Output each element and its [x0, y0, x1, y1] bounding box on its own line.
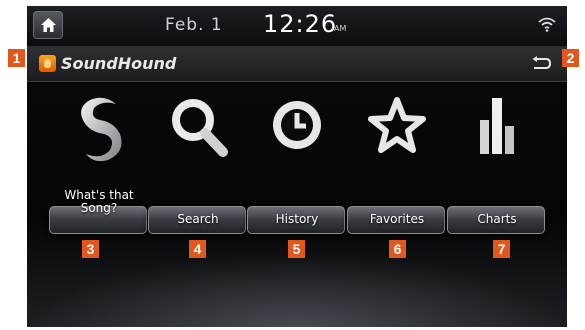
- clock-icon: [273, 101, 321, 149]
- callout-badge-7: 7: [493, 240, 510, 258]
- tile-label: Search: [177, 212, 219, 226]
- callout-badge-4: 4: [189, 240, 206, 258]
- app-title: SoundHound: [61, 54, 177, 73]
- tile-label: What's that Song?: [64, 188, 134, 215]
- callout-badge-5: 5: [288, 240, 305, 258]
- app-title-bar: SoundHound: [27, 47, 567, 82]
- bar-chart-icon: [480, 98, 514, 154]
- status-date: Feb. 1: [165, 15, 223, 35]
- home-button[interactable]: [33, 11, 63, 39]
- magnifier-icon: [172, 99, 228, 157]
- tile-search[interactable]: Search: [148, 82, 248, 252]
- callout-badge-1: 1: [8, 49, 25, 67]
- status-bar: Feb. 1 12:26 AM: [27, 6, 567, 47]
- back-arrow-icon: [532, 56, 551, 69]
- tile-history[interactable]: History: [247, 82, 347, 252]
- soundhound-logo-icon: [39, 55, 56, 72]
- status-time: 12:26: [263, 10, 338, 38]
- callout-badge-2: 2: [562, 49, 579, 67]
- back-button[interactable]: [523, 52, 559, 76]
- floor-reflection: [27, 252, 567, 327]
- main-menu: What's that Song? Search History Favorit…: [27, 82, 567, 327]
- callout-badge-3: 3: [82, 240, 99, 258]
- tile-label: Favorites: [369, 212, 425, 226]
- tile-label: History: [275, 212, 319, 226]
- tile-favorites[interactable]: Favorites: [347, 82, 447, 252]
- tile-label: Charts: [477, 212, 517, 226]
- home-icon: [41, 18, 56, 32]
- head-unit-screen: Feb. 1 12:26 AM SoundHound What's that S…: [27, 6, 567, 327]
- soundhound-s-icon: [81, 97, 122, 162]
- wifi-icon: [538, 17, 556, 32]
- callout-badge-6: 6: [389, 240, 406, 258]
- tile-whats-that-song[interactable]: What's that Song?: [49, 82, 149, 252]
- status-ampm: AM: [334, 24, 347, 33]
- tile-charts[interactable]: Charts: [447, 82, 547, 252]
- star-icon: [368, 97, 426, 153]
